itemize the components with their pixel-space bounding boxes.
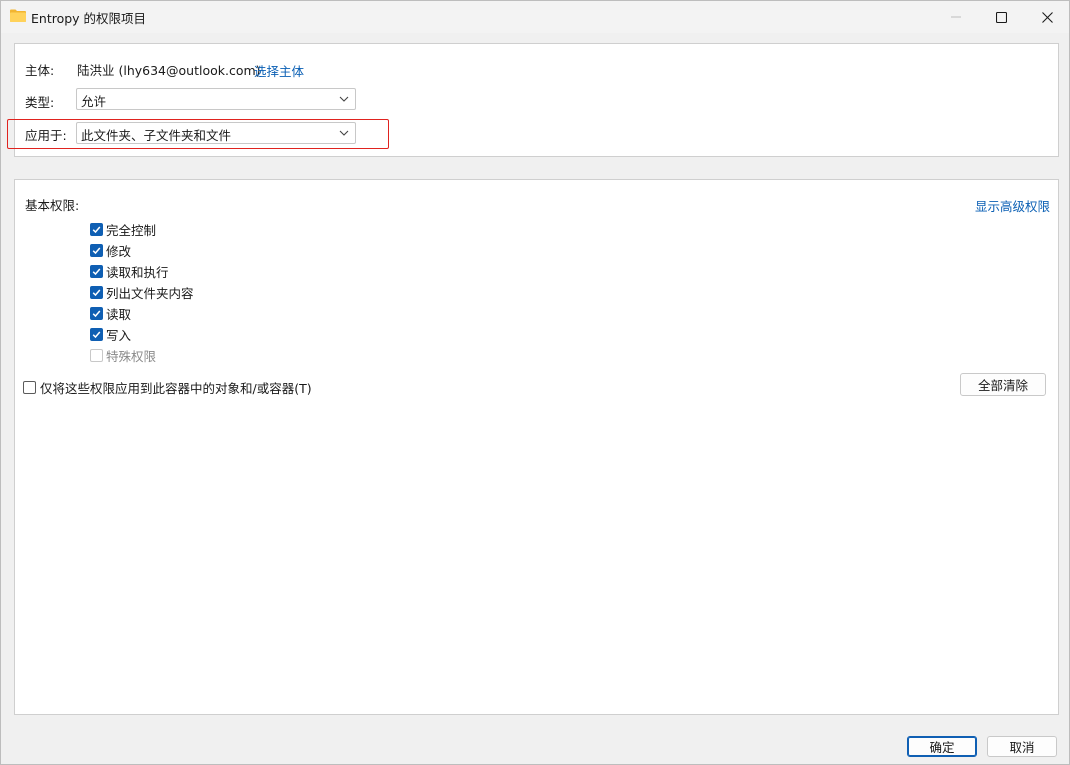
permission-item[interactable]: 列出文件夹内容 [90,284,194,301]
permission-checkbox[interactable] [90,222,103,236]
title-bar: Entropy 的权限项目 [1,1,1069,33]
type-dropdown-value: 允许 [81,94,107,109]
maximize-button[interactable] [978,1,1024,33]
permission-item[interactable]: 读取 [90,305,132,322]
folder-icon [10,9,26,22]
permission-item: 特殊权限 [90,347,157,364]
basic-permissions-heading: 基本权限: [25,198,80,213]
maximize-icon [995,11,1007,23]
permission-label: 读取 [106,306,132,322]
close-icon [1041,11,1053,23]
permission-label: 完全控制 [106,222,157,238]
checkmark-icon [92,226,101,233]
minimize-button[interactable] [933,1,979,33]
applies-to-dropdown[interactable]: 此文件夹、子文件夹和文件 [76,122,356,144]
checkmark-icon [92,247,101,254]
permission-item[interactable]: 写入 [90,326,132,343]
checkmark-icon [92,310,101,317]
type-dropdown[interactable]: 允许 [76,88,356,110]
chevron-down-icon [339,96,349,102]
principal-label: 主体: [25,63,55,78]
ok-button[interactable]: 确定 [907,736,977,757]
permission-item[interactable]: 修改 [90,242,132,259]
type-label: 类型: [25,95,55,110]
permission-label: 列出文件夹内容 [106,285,194,301]
permissions-panel [14,179,1059,715]
permission-item[interactable]: 完全控制 [90,221,157,238]
permission-label: 特殊权限 [106,348,157,364]
cancel-button[interactable]: 取消 [987,736,1057,757]
window-title: Entropy 的权限项目 [31,11,147,26]
permission-checkbox [90,348,103,362]
permission-checkbox[interactable] [90,243,103,257]
permission-label: 读取和执行 [106,264,169,280]
container-only-label: 仅将这些权限应用到此容器中的对象和/或容器(T) [40,380,312,396]
container-only-checkbox[interactable] [23,380,36,394]
permission-label: 写入 [106,327,132,343]
permission-entry-dialog: Entropy 的权限项目 主体: 陆洪业 (lhy634@outlook.co… [0,0,1070,765]
applies-to-dropdown-value: 此文件夹、子文件夹和文件 [81,128,232,143]
minimize-icon [951,16,961,18]
principal-value: 陆洪业 (lhy634@outlook.com) [77,63,261,78]
applies-to-label: 应用于: [25,128,67,143]
checkmark-icon [92,331,101,338]
show-advanced-permissions-link[interactable]: 显示高级权限 [975,196,1050,215]
permission-checkbox[interactable] [90,306,103,320]
clear-all-button[interactable]: 全部清除 [960,373,1046,396]
container-only-row[interactable]: 仅将这些权限应用到此容器中的对象和/或容器(T) [23,379,312,396]
checkmark-icon [92,268,101,275]
permission-checkbox[interactable] [90,264,103,278]
select-principal-link[interactable]: 选择主体 [254,61,304,80]
permission-item[interactable]: 读取和执行 [90,263,169,280]
permission-checkbox[interactable] [90,285,103,299]
close-button[interactable] [1024,1,1070,33]
checkmark-icon [92,289,101,296]
permission-label: 修改 [106,243,132,259]
permission-checkbox[interactable] [90,327,103,341]
chevron-down-icon [339,130,349,136]
